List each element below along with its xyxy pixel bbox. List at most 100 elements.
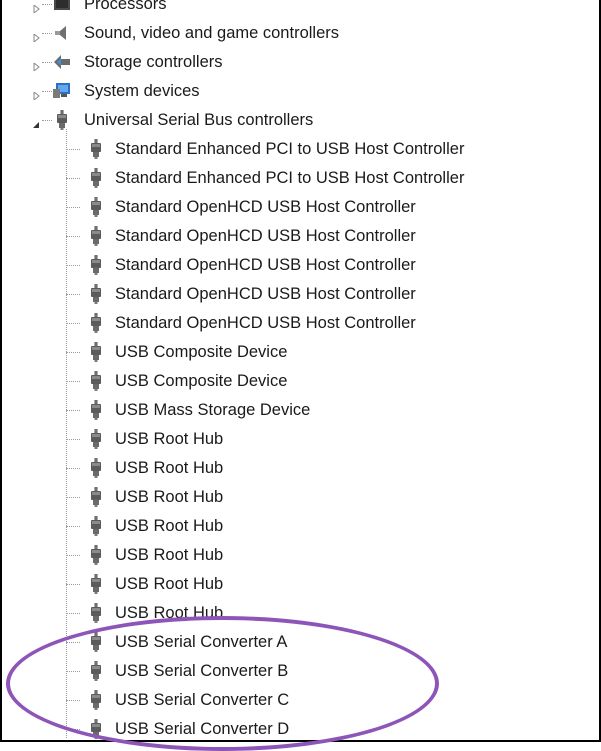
- tree-device-label: USB Root Hub: [115, 575, 224, 593]
- tree-category-label: System devices: [84, 82, 200, 100]
- tree-device-label: USB Serial Converter B: [115, 662, 289, 680]
- usb-plug-icon: [86, 139, 106, 159]
- tree-device-label: USB Serial Converter C: [115, 691, 290, 709]
- tree-device-label: Standard Enhanced PCI to USB Host Contro…: [115, 140, 465, 158]
- tree-device-row[interactable]: Standard Enhanced PCI to USB Host Contro…: [2, 164, 599, 193]
- tree-device-row[interactable]: USB Mass Storage Device: [2, 396, 599, 425]
- usb-plug-icon: [86, 574, 106, 594]
- expand-arrow-icon[interactable]: [32, 0, 40, 15]
- tree-category-label: Sound, video and game controllers: [84, 24, 339, 42]
- tree-device-row[interactable]: USB Root Hub: [2, 454, 599, 483]
- tree-connector: [66, 642, 80, 643]
- tree-connector: [66, 526, 80, 527]
- tree-category-label: Storage controllers: [84, 53, 223, 71]
- tree-device-row[interactable]: USB Serial Converter B: [2, 657, 599, 686]
- tree-device-row[interactable]: USB Root Hub: [2, 541, 599, 570]
- tree-connector: [42, 4, 52, 5]
- tree-device-label: USB Root Hub: [115, 430, 224, 448]
- tree-connector: [42, 120, 52, 121]
- tree-category-row[interactable]: Universal Serial Bus controllers: [2, 106, 599, 135]
- processor-icon: [52, 0, 72, 14]
- tree-connector: [66, 207, 80, 208]
- usb-plug-icon: [52, 110, 72, 130]
- tree-device-row[interactable]: Standard OpenHCD USB Host Controller: [2, 222, 599, 251]
- tree-connector: [42, 62, 52, 63]
- tree-device-row[interactable]: USB Composite Device: [2, 367, 599, 396]
- tree-category-row[interactable]: Sound, video and game controllers: [2, 19, 599, 48]
- usb-plug-icon: [86, 719, 106, 739]
- tree-device-label: USB Root Hub: [115, 546, 224, 564]
- tree-device-row[interactable]: Standard OpenHCD USB Host Controller: [2, 280, 599, 309]
- usb-plug-icon: [86, 226, 106, 246]
- tree-device-label: USB Composite Device: [115, 372, 288, 390]
- tree-device-label: Standard OpenHCD USB Host Controller: [115, 285, 416, 303]
- device-tree: Processors Sound, video and game controll…: [2, 0, 599, 740]
- tree-device-row[interactable]: USB Composite Device: [2, 338, 599, 367]
- tree-connector: [66, 178, 80, 179]
- tree-connector: [66, 294, 80, 295]
- usb-plug-icon: [86, 255, 106, 275]
- device-manager-tree-panel: Processors Sound, video and game controll…: [0, 0, 601, 742]
- usb-plug-icon: [86, 487, 106, 507]
- expand-arrow-icon[interactable]: [32, 58, 40, 73]
- collapse-arrow-icon[interactable]: [32, 116, 40, 128]
- tree-device-label: USB Root Hub: [115, 604, 224, 622]
- tree-device-row[interactable]: USB Root Hub: [2, 425, 599, 454]
- tree-category-row[interactable]: Storage controllers: [2, 48, 599, 77]
- usb-plug-icon: [86, 342, 106, 362]
- tree-connector: [66, 410, 80, 411]
- usb-plug-icon: [86, 661, 106, 681]
- tree-connector: [66, 265, 80, 266]
- usb-plug-icon: [86, 313, 106, 333]
- usb-plug-icon: [86, 458, 106, 478]
- tree-connector: [66, 497, 80, 498]
- tree-device-label: USB Root Hub: [115, 517, 224, 535]
- tree-connector: [66, 149, 80, 150]
- tree-connector: [66, 700, 80, 701]
- tree-device-label: Standard Enhanced PCI to USB Host Contro…: [115, 169, 465, 187]
- tree-connector: [42, 33, 52, 34]
- expand-arrow-icon[interactable]: [32, 29, 40, 44]
- tree-device-row[interactable]: Standard OpenHCD USB Host Controller: [2, 309, 599, 338]
- tree-device-row[interactable]: USB Serial Converter C: [2, 686, 599, 715]
- tree-device-row[interactable]: Standard Enhanced PCI to USB Host Contro…: [2, 135, 599, 164]
- usb-plug-icon: [86, 516, 106, 536]
- usb-plug-icon: [86, 371, 106, 391]
- tree-device-label: USB Composite Device: [115, 343, 288, 361]
- tree-device-row[interactable]: USB Root Hub: [2, 483, 599, 512]
- tree-connector: [66, 323, 80, 324]
- usb-plug-icon: [86, 429, 106, 449]
- tree-connector: [66, 381, 80, 382]
- tree-connector: [66, 468, 80, 469]
- tree-device-row[interactable]: USB Root Hub: [2, 512, 599, 541]
- expand-arrow-icon[interactable]: [32, 87, 40, 102]
- tree-device-row[interactable]: USB Root Hub: [2, 570, 599, 599]
- tree-device-label: Standard OpenHCD USB Host Controller: [115, 227, 416, 245]
- usb-plug-icon: [86, 284, 106, 304]
- speaker-icon: [52, 23, 72, 43]
- usb-plug-icon: [86, 168, 106, 188]
- tree-device-label: USB Mass Storage Device: [115, 401, 311, 419]
- tree-connector: [66, 613, 80, 614]
- tree-device-row[interactable]: Standard OpenHCD USB Host Controller: [2, 251, 599, 280]
- tree-category-label: Processors: [84, 0, 167, 13]
- tree-device-label: USB Root Hub: [115, 488, 224, 506]
- tree-device-label: Standard OpenHCD USB Host Controller: [115, 314, 416, 332]
- usb-plug-icon: [86, 690, 106, 710]
- tree-device-label: USB Serial Converter D: [115, 720, 290, 738]
- usb-plug-icon: [86, 545, 106, 565]
- usb-plug-icon: [86, 632, 106, 652]
- usb-plug-icon: [86, 603, 106, 623]
- tree-device-row[interactable]: USB Serial Converter A: [2, 628, 599, 657]
- tree-connector: [66, 352, 80, 353]
- tree-category-row[interactable]: Processors: [2, 0, 599, 19]
- tree-device-row[interactable]: USB Root Hub: [2, 599, 599, 628]
- tree-connector: [66, 729, 80, 730]
- tree-device-row[interactable]: Standard OpenHCD USB Host Controller: [2, 193, 599, 222]
- tree-device-row[interactable]: USB Serial Converter D: [2, 715, 599, 740]
- storage-controller-icon: [52, 52, 72, 72]
- tree-connector: [66, 671, 80, 672]
- tree-category-row[interactable]: System devices: [2, 77, 599, 106]
- tree-connector: [66, 584, 80, 585]
- usb-plug-icon: [86, 400, 106, 420]
